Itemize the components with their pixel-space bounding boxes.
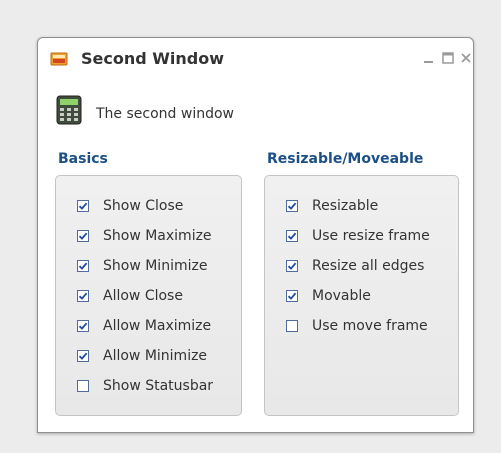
resizable-group-title: Resizable/Moveable bbox=[267, 151, 424, 167]
checkbox-label: Use move frame bbox=[312, 318, 428, 334]
checkbox-allow-maximize[interactable] bbox=[77, 320, 89, 332]
basics-group: Show Close Show Maximize Show Minimize Allo… bbox=[55, 175, 242, 416]
checkbox-row-allow-maximize[interactable]: Allow Maximize bbox=[77, 318, 211, 334]
checkmark-icon bbox=[287, 292, 297, 300]
checkmark-icon bbox=[78, 232, 88, 240]
checkmark-icon bbox=[287, 202, 297, 210]
checkmark-icon bbox=[78, 352, 88, 360]
checkmark-icon bbox=[78, 322, 88, 330]
checkbox-row-resize-all-edges[interactable]: Resize all edges bbox=[286, 258, 424, 274]
checkbox-label: Resize all edges bbox=[312, 258, 425, 274]
checkbox-allow-close[interactable] bbox=[77, 290, 89, 302]
checkmark-icon bbox=[78, 262, 88, 270]
checkbox-label: Show Minimize bbox=[103, 258, 208, 274]
resizable-group: Resizable Use resize frame Resize all edge… bbox=[264, 175, 459, 416]
checkbox-movable[interactable] bbox=[286, 290, 298, 302]
checkbox-row-allow-close[interactable]: Allow Close bbox=[77, 288, 183, 304]
window-app-icon bbox=[50, 52, 68, 66]
checkbox-label: Allow Maximize bbox=[103, 318, 212, 334]
checkbox-show-close[interactable] bbox=[77, 200, 89, 212]
checkbox-label: Allow Close bbox=[103, 288, 183, 304]
checkbox-row-allow-minimize[interactable]: Allow Minimize bbox=[77, 348, 207, 364]
checkbox-use-move-frame[interactable] bbox=[286, 320, 298, 332]
checkmark-icon bbox=[287, 262, 297, 270]
intro-text: The second window bbox=[96, 106, 234, 122]
checkbox-show-minimize[interactable] bbox=[77, 260, 89, 272]
window-titlebar[interactable]: Second Window bbox=[38, 38, 473, 82]
checkbox-resizable[interactable] bbox=[286, 200, 298, 212]
checkbox-label: Allow Minimize bbox=[103, 348, 208, 364]
checkbox-show-maximize[interactable] bbox=[77, 230, 89, 242]
checkbox-label: Resizable bbox=[312, 198, 379, 214]
checkbox-row-use-resize-frame[interactable]: Use resize frame bbox=[286, 228, 430, 244]
checkbox-row-show-maximize[interactable]: Show Maximize bbox=[77, 228, 212, 244]
checkbox-row-resizable[interactable]: Resizable bbox=[286, 198, 378, 214]
basics-group-title: Basics bbox=[58, 151, 108, 167]
checkbox-row-show-close[interactable]: Show Close bbox=[77, 198, 183, 214]
checkmark-icon bbox=[78, 292, 88, 300]
checkbox-show-statusbar[interactable] bbox=[77, 380, 89, 392]
checkbox-row-use-move-frame[interactable]: Use move frame bbox=[286, 318, 428, 334]
checkbox-label: Show Close bbox=[103, 198, 184, 214]
calculator-icon bbox=[56, 95, 82, 125]
checkbox-row-movable[interactable]: Movable bbox=[286, 288, 371, 304]
second-window: Second Window The second window Basics R… bbox=[37, 37, 474, 433]
minimize-icon[interactable] bbox=[421, 50, 437, 66]
maximize-icon[interactable] bbox=[440, 50, 456, 66]
window-title: Second Window bbox=[81, 49, 225, 68]
checkbox-allow-minimize[interactable] bbox=[77, 350, 89, 362]
checkbox-resize-all-edges[interactable] bbox=[286, 260, 298, 272]
checkmark-icon bbox=[78, 202, 88, 210]
checkbox-row-show-minimize[interactable]: Show Minimize bbox=[77, 258, 207, 274]
checkbox-use-resize-frame[interactable] bbox=[286, 230, 298, 242]
checkbox-label: Show Maximize bbox=[103, 228, 212, 244]
close-icon[interactable] bbox=[458, 50, 474, 66]
checkbox-label: Show Statusbar bbox=[103, 378, 214, 394]
checkbox-label: Use resize frame bbox=[312, 228, 430, 244]
checkbox-label: Movable bbox=[312, 288, 371, 304]
checkmark-icon bbox=[287, 232, 297, 240]
checkbox-row-show-statusbar[interactable]: Show Statusbar bbox=[77, 378, 213, 394]
